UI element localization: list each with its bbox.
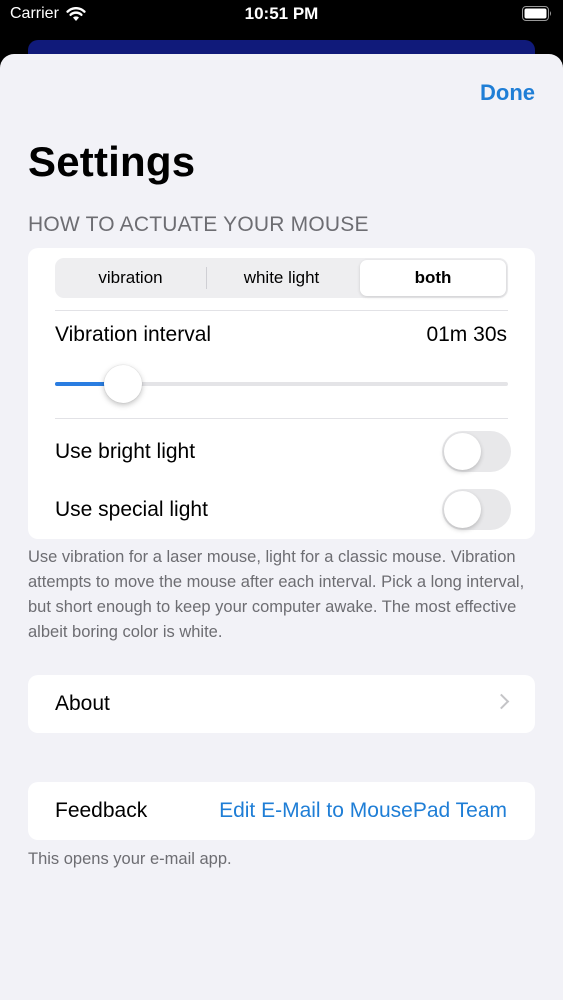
actuation-footer: Use vibration for a laser mouse, light f…: [28, 548, 525, 641]
special-light-label: Use special light: [55, 498, 208, 521]
vibration-interval-slider[interactable]: [55, 364, 508, 404]
toggle-knob: [444, 491, 481, 528]
toggle-knob: [444, 433, 481, 470]
special-light-toggle[interactable]: [442, 489, 511, 530]
battery-icon: [522, 6, 551, 21]
status-time: 10:51 PM: [244, 4, 319, 23]
feedback-row: Feedback Edit E-Mail to MousePad Team: [28, 782, 535, 840]
status-bar: Carrier 10:51 PM: [0, 0, 563, 40]
about-row[interactable]: About: [28, 675, 535, 733]
row-separator: [55, 310, 508, 311]
chevron-right-icon: [493, 693, 510, 710]
bright-light-toggle[interactable]: [442, 431, 511, 472]
segment-both[interactable]: both: [360, 260, 506, 296]
row-separator: [55, 418, 508, 419]
vibration-interval-label: Vibration interval: [55, 323, 212, 346]
done-button[interactable]: Done: [480, 80, 535, 106]
actuation-segmented-control[interactable]: vibration white light both: [55, 258, 508, 298]
segment-vibration[interactable]: vibration: [55, 258, 206, 298]
about-label: About: [55, 692, 110, 715]
slider-thumb[interactable]: [104, 365, 142, 403]
actuation-section-header: HOW TO ACTUATE YOUR MOUSE: [28, 213, 369, 236]
feedback-label: Feedback: [55, 799, 148, 822]
actuation-group: vibration white light both Vibration int…: [28, 248, 535, 539]
settings-sheet: Done Settings HOW TO ACTUATE YOUR MOUSE …: [0, 54, 563, 1000]
bright-light-label: Use bright light: [55, 440, 196, 463]
page-title: Settings: [28, 138, 196, 185]
edit-email-link[interactable]: Edit E-Mail to MousePad Team: [219, 799, 507, 823]
vibration-interval-value: 01m 30s: [426, 323, 507, 346]
feedback-footer: This opens your e-mail app.: [28, 850, 232, 868]
segment-white-light[interactable]: white light: [206, 258, 357, 298]
